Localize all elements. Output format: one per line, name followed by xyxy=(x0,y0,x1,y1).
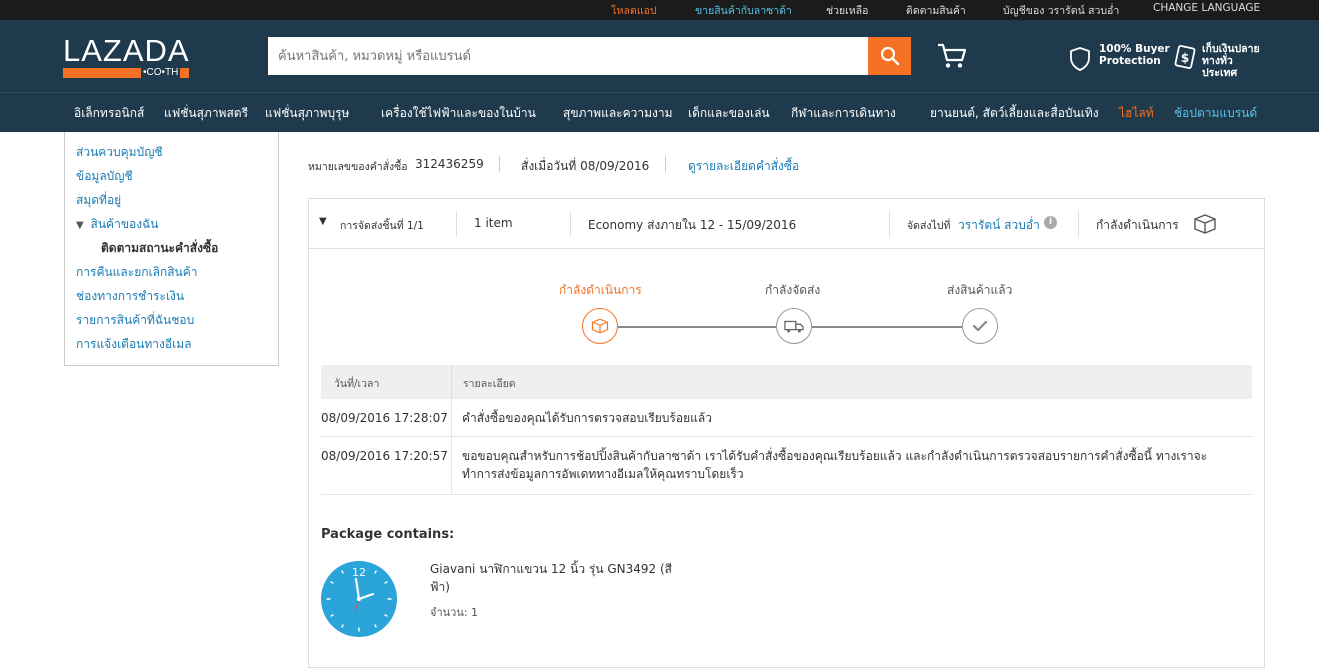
sidebar-item-returns[interactable]: การคืนและยกเลิกสินค้า xyxy=(76,263,198,282)
svg-text:$: $ xyxy=(1181,51,1189,65)
shipment-item-count: 1 item xyxy=(474,216,513,230)
track-order-link[interactable]: ติดตามสินค้า xyxy=(906,2,966,19)
table-row: 08/09/2016 17:20:57 ขอขอบคุณสำหรับการช้อ… xyxy=(321,437,1252,495)
sidebar-item-email-alerts[interactable]: การแจ้งเตือนทางอีเมล xyxy=(76,335,191,354)
sidebar-item-account-info[interactable]: ข้อมูลบัญชี xyxy=(76,167,133,186)
step-label-shipping: กำลังจัดส่ง xyxy=(765,283,821,297)
top-utility-bar: โหลดแอป ขายสินค้ากับลาซาด้า ช่วยเหลือ ติ… xyxy=(0,0,1319,20)
order-details-link[interactable]: ดูรายละเอียดคำสั่งซื้อ xyxy=(688,157,799,176)
divider xyxy=(451,437,452,495)
logo-subtext: •CO•TH xyxy=(141,66,181,79)
product-quantity: จำนวน: 1 xyxy=(430,606,479,619)
cod-badge[interactable]: $ เก็บเงินปลาย ทางทั่ว ประเทศ xyxy=(1174,43,1260,79)
help-link[interactable]: ช่วยเหลือ xyxy=(826,2,868,19)
order-date: สั่งเมื่อวันที่ 08/09/2016 xyxy=(521,159,650,173)
shipment-header: ▼ การจัดส่งชิ้นที่ 1/1 1 item Economy ส่… xyxy=(309,199,1264,249)
sidebar-item-my-orders-label: สินค้าของฉัน xyxy=(90,217,159,231)
divider xyxy=(456,211,457,237)
package-title: Package contains: xyxy=(321,527,455,542)
category-home-appliances[interactable]: เครื่องใช้ไฟฟ้าและของในบ้าน xyxy=(381,104,536,123)
shipment-card: ▼ การจัดส่งชิ้นที่ 1/1 1 item Economy ส่… xyxy=(308,198,1265,668)
cod-text: เก็บเงินปลาย ทางทั่ว ประเทศ xyxy=(1202,43,1260,79)
step-label-processing: กำลังดำเนินการ xyxy=(559,283,642,297)
product-image[interactable]: 12 xyxy=(321,561,397,637)
ship-to-label: จัดส่งไปที่ xyxy=(907,220,951,232)
caret-down-icon: ▼ xyxy=(76,220,84,231)
progress-line xyxy=(812,326,962,328)
sidebar-item-my-orders[interactable]: ▼ สินค้าของฉัน xyxy=(76,215,158,234)
clock-number: 12 xyxy=(352,566,366,579)
table-row: 08/09/2016 17:28:07 คำสั่งซื้อของคุณได้ร… xyxy=(321,399,1252,437)
category-health-beauty[interactable]: สุขภาพและความงาม xyxy=(563,104,673,123)
step-processing xyxy=(582,308,618,344)
account-link[interactable]: บัญชีของ วรารัตน์ สวบอ่ำ xyxy=(1003,2,1119,19)
shield-icon xyxy=(1070,47,1090,71)
clock-face: 12 xyxy=(326,566,392,632)
package-icon xyxy=(591,318,609,334)
cart-button[interactable] xyxy=(936,42,968,70)
sell-on-lazada-link[interactable]: ขายสินค้ากับลาซาด้า xyxy=(695,2,792,19)
order-number: 312436259 xyxy=(415,157,484,171)
logo-wordmark: LAZADA xyxy=(63,33,190,68)
package-icon xyxy=(1194,214,1216,234)
collapse-caret-icon[interactable]: ▼ xyxy=(319,216,327,227)
divider xyxy=(889,211,890,237)
change-language-link[interactable]: CHANGE LANGUAGE xyxy=(1153,2,1260,14)
divider xyxy=(499,156,500,172)
column-header-datetime: วันที่/เวลา xyxy=(321,365,451,399)
step-delivered xyxy=(962,308,998,344)
category-shop-by-brand[interactable]: ช้อปตามแบรนด์ xyxy=(1174,104,1257,123)
truck-icon xyxy=(784,320,804,333)
row-detail: ขอขอบคุณสำหรับการช้อปปิ้งสินค้ากับลาซาด้… xyxy=(462,449,1208,481)
row-detail: คำสั่งซื้อของคุณได้รับการตรวจสอบเรียบร้อ… xyxy=(462,411,712,425)
step-shipping xyxy=(776,308,812,344)
category-sports-travel[interactable]: กีฬาและการเดินทาง xyxy=(791,104,896,123)
main-header: LAZADA •CO•TH 100% Buyer Protection $ เก… xyxy=(0,20,1319,92)
cart-icon xyxy=(938,43,967,68)
download-app-link[interactable]: โหลดแอป xyxy=(611,2,657,19)
divider xyxy=(570,211,571,237)
product-name[interactable]: Giavani นาฬิกาแขวน 12 นิ้ว รุ่น GN3492 (… xyxy=(430,560,690,596)
step-label-delivered: ส่งสินค้าแล้ว xyxy=(947,283,1013,297)
category-women-fashion[interactable]: แฟชั่นสุภาพสตรี xyxy=(164,104,248,123)
sidebar-item-account-dashboard[interactable]: ส่วนควบคุมบัญชี xyxy=(76,143,163,162)
category-kids-toys[interactable]: เด็กและของเล่น xyxy=(688,104,770,123)
shipment-label: การจัดส่งชิ้นที่ 1/1 xyxy=(340,220,424,232)
sidebar-item-track-order[interactable]: ติดตามสถานะคำสั่งซื้อ xyxy=(101,239,218,258)
ship-to-name[interactable]: วรารัตน์ สวบอ่ำ xyxy=(958,216,1040,235)
sidebar-item-payment[interactable]: ช่องทางการชำระเงิน xyxy=(76,287,184,306)
search-icon xyxy=(880,46,899,66)
row-datetime: 08/09/2016 17:20:57 xyxy=(321,449,448,463)
column-header-details: รายละเอียด xyxy=(451,365,1252,399)
category-men-fashion[interactable]: แฟชั่นสุภาพบุรุษ xyxy=(265,104,349,123)
sidebar-item-wishlist[interactable]: รายการสินค้าที่ฉันชอบ xyxy=(76,311,194,330)
category-auto-pets-media[interactable]: ยานยนต์, สัตว์เลี้ยงและสื่อบันเทิง xyxy=(930,104,1099,123)
cash-on-delivery-icon: $ xyxy=(1174,45,1196,69)
row-datetime: 08/09/2016 17:28:07 xyxy=(321,411,448,425)
buyer-protection-text: 100% Buyer Protection xyxy=(1099,43,1170,67)
order-number-label: หมายเลขของคำสั่งซื้อ xyxy=(308,161,408,173)
divider xyxy=(665,156,666,172)
divider xyxy=(1078,211,1079,237)
category-nav: อิเล็กทรอนิกส์ แฟชั่นสุภาพสตรี แฟชั่นสุภ… xyxy=(0,92,1319,132)
info-icon[interactable]: i xyxy=(1044,216,1057,229)
lazada-logo[interactable]: LAZADA •CO•TH xyxy=(63,34,189,79)
check-icon xyxy=(972,320,988,332)
divider xyxy=(451,399,452,437)
progress-line xyxy=(618,326,776,328)
search-button[interactable] xyxy=(868,37,911,75)
category-highlights[interactable]: ไฮไลท์ xyxy=(1119,104,1154,123)
buyer-protection-badge[interactable]: 100% Buyer Protection xyxy=(1069,43,1170,72)
search-input[interactable] xyxy=(268,37,868,75)
account-sidebar: ส่วนควบคุมบัญชี ข้อมูลบัญชี สมุดที่อยู่ … xyxy=(64,132,279,366)
shipment-status: กำลังดำเนินการ xyxy=(1096,218,1179,232)
delivery-estimate: Economy ส่งภายใน 12 - 15/09/2016 xyxy=(588,218,797,232)
sidebar-item-address-book[interactable]: สมุดที่อยู่ xyxy=(76,191,121,210)
category-electronics[interactable]: อิเล็กทรอนิกส์ xyxy=(74,104,144,123)
